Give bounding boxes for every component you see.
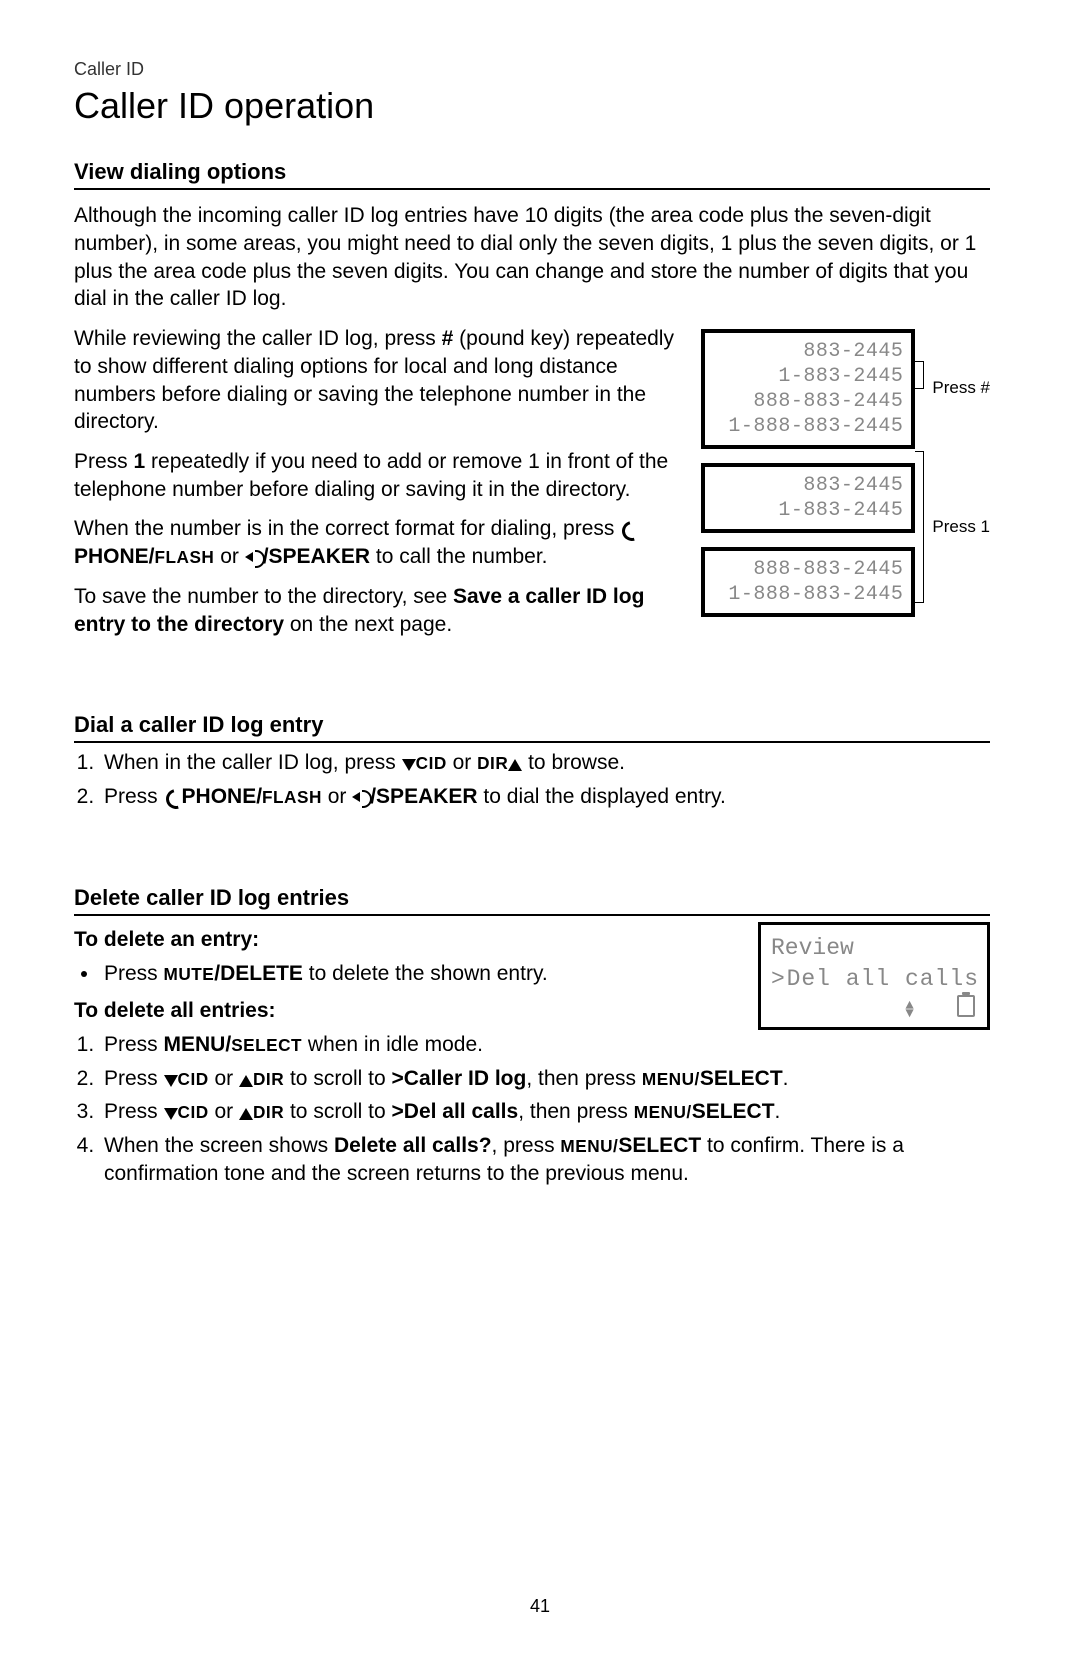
section-heading-dial-entry: Dial a caller ID log entry — [74, 710, 990, 743]
nav-arrows-icon: ▲▼ — [905, 1002, 913, 1019]
dial-steps-list: When in the caller ID log, press CID or … — [74, 749, 990, 810]
list-item: When in the caller ID log, press CID or … — [100, 749, 990, 777]
section-eyebrow: Caller ID — [74, 58, 990, 82]
manual-page: Caller ID Caller ID operation View diali… — [0, 0, 1080, 1665]
battery-icon — [957, 995, 975, 1017]
intro-paragraph: Although the incoming caller ID log entr… — [74, 202, 990, 313]
up-arrow-icon — [239, 1075, 253, 1087]
list-item: Press PHONE/FLASH or /SPEAKER to dial th… — [100, 783, 990, 811]
lcd-screen-seven-digit: 883-2445 1-883-2445 — [701, 463, 915, 533]
list-item: Press CID or DIR to scroll to >Caller ID… — [100, 1065, 990, 1093]
down-arrow-icon — [164, 1075, 178, 1087]
handset-icon — [164, 787, 182, 805]
section-heading-view-dialing: View dialing options — [74, 157, 990, 190]
lcd-screen-all-formats: 883-2445 1-883-2445 888-883-2445 1-888-8… — [701, 329, 915, 449]
page-title: Caller ID operation — [74, 82, 990, 130]
section-heading-delete: Delete caller ID log entries — [74, 883, 990, 916]
handset-icon — [620, 519, 638, 537]
press-one-label: Press 1 — [932, 516, 990, 538]
up-arrow-icon — [239, 1108, 253, 1120]
delete-all-steps: Press MENU/SELECT when in idle mode. Pre… — [74, 1031, 990, 1188]
list-item: When the screen shows Delete all calls?,… — [100, 1132, 990, 1187]
lcd-menu-del-all: Review >Del all calls ▲▼ — [758, 922, 990, 1030]
list-item: Press MENU/SELECT when in idle mode. — [100, 1031, 990, 1059]
list-item: Press CID or DIR to scroll to >Del all c… — [100, 1098, 990, 1126]
key-one: 1 — [134, 450, 146, 473]
speaker-icon — [245, 548, 263, 566]
dialing-screens-figure: 883-2445 1-883-2445 888-883-2445 1-888-8… — [701, 329, 990, 617]
down-arrow-icon — [402, 759, 416, 771]
up-arrow-icon — [508, 759, 522, 771]
key-hash: # — [442, 327, 454, 350]
speaker-icon — [352, 788, 370, 806]
press-hash-label: Press # — [932, 329, 990, 447]
page-number: 41 — [0, 1595, 1080, 1619]
down-arrow-icon — [164, 1108, 178, 1120]
lcd-screen-ten-digit: 888-883-2445 1-888-883-2445 — [701, 547, 915, 617]
